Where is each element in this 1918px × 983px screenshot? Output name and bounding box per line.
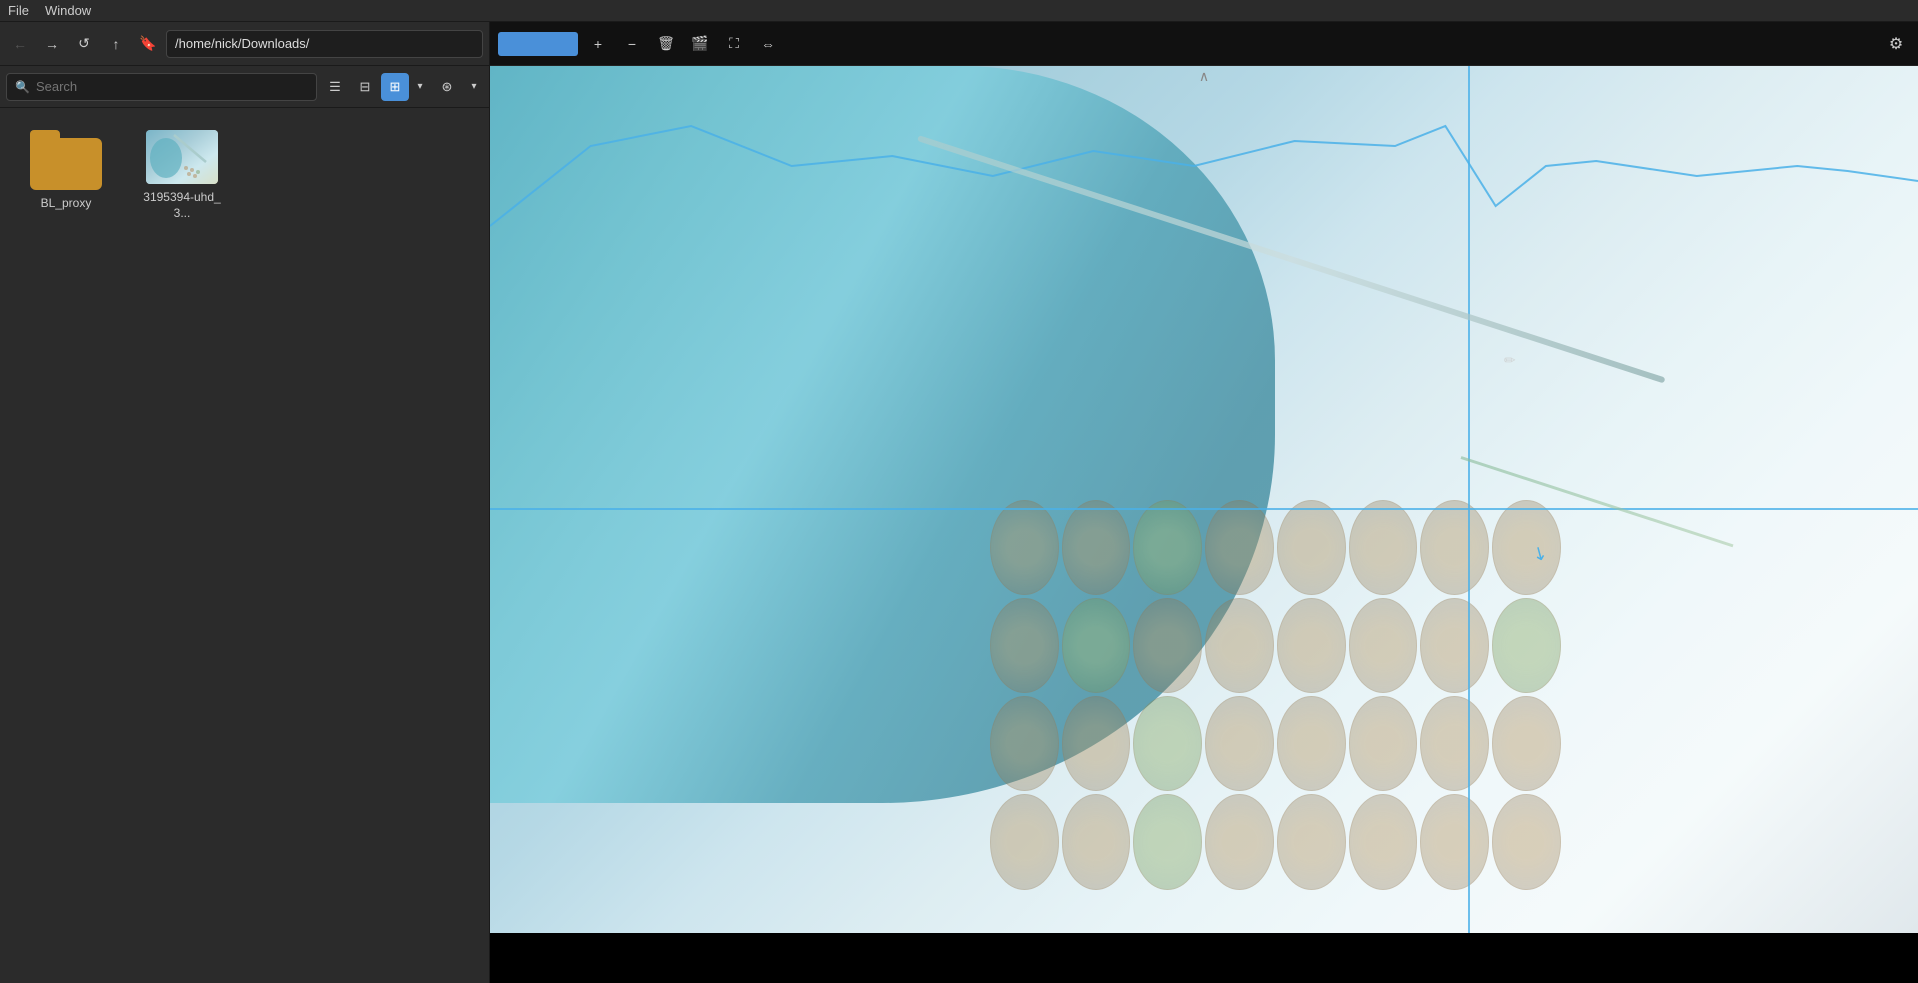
refresh-button[interactable]: ↺ — [70, 30, 98, 58]
file-label: 3195394-uhd_3... — [138, 190, 226, 221]
well — [1133, 794, 1202, 889]
film-button[interactable]: 🎬 — [686, 30, 714, 58]
well — [1349, 794, 1418, 889]
search-icon: 🔍 — [15, 80, 30, 94]
crosshair-horizontal — [490, 508, 1918, 510]
well — [1492, 794, 1561, 889]
grid-view-button[interactable]: ⊞ — [381, 73, 409, 101]
well — [1062, 500, 1131, 595]
well — [1349, 598, 1418, 693]
path-bar[interactable]: /home/nick/Downloads/ — [166, 30, 483, 58]
bottom-bar — [490, 933, 1918, 983]
menu-window[interactable]: Window — [45, 3, 91, 18]
file-label: BL_proxy — [41, 196, 92, 212]
menu-file[interactable]: File — [8, 3, 29, 18]
settings-button[interactable]: ⚙ — [1882, 30, 1910, 58]
exchange-button[interactable]: ⇔ — [754, 30, 782, 58]
list-item[interactable]: 3195394-uhd_3... — [132, 124, 232, 227]
well — [990, 794, 1059, 889]
file-thumbnail — [146, 130, 218, 184]
up-button[interactable]: ↑ — [102, 30, 130, 58]
thumb-inner — [146, 130, 218, 184]
well — [1349, 500, 1418, 595]
view-mode-dropdown[interactable]: ▾ — [411, 73, 429, 101]
well — [1277, 500, 1346, 595]
well — [990, 598, 1059, 693]
zoom-out-button[interactable]: − — [618, 30, 646, 58]
crosshair-vertical — [1468, 66, 1470, 933]
search-input[interactable] — [36, 79, 308, 94]
bookmark-button[interactable]: 🔖 — [134, 30, 162, 58]
folder-icon — [30, 130, 102, 190]
filter-dropdown[interactable]: ▾ — [465, 73, 483, 101]
well — [1349, 696, 1418, 791]
collapse-arrow[interactable]: ∧ — [1191, 66, 1217, 87]
image-background: ✏ ↘ — [490, 66, 1918, 933]
well — [1205, 598, 1274, 693]
pencil-cursor-icon: ✏ — [1504, 352, 1516, 369]
well — [1277, 598, 1346, 693]
well — [1062, 794, 1131, 889]
viewer-toolbar: + − 🗑 🎬 ⛶ ⇔ ⚙ — [490, 22, 1918, 66]
well — [1062, 696, 1131, 791]
well — [1205, 500, 1274, 595]
well — [1420, 500, 1489, 595]
view-mode-buttons: ☰ ⊟ ⊞ ▾ — [321, 73, 429, 101]
menu-bar: File Window — [0, 0, 1918, 22]
well — [1205, 794, 1274, 889]
well — [1133, 500, 1202, 595]
main-layout: ← → ↺ ↑ 🔖 /home/nick/Downloads/ 🔍 ☰ ⊟ ⊞ … — [0, 22, 1918, 983]
left-panel: ← → ↺ ↑ 🔖 /home/nick/Downloads/ 🔍 ☰ ⊟ ⊞ … — [0, 22, 490, 983]
well — [1277, 696, 1346, 791]
well — [990, 696, 1059, 791]
zoom-in-button[interactable]: + — [584, 30, 612, 58]
search-bar-row: 🔍 ☰ ⊟ ⊞ ▾ ⊛ ▾ — [0, 66, 489, 108]
well — [1420, 598, 1489, 693]
search-input-wrap[interactable]: 🔍 — [6, 73, 317, 101]
blue-action-button[interactable] — [498, 32, 578, 56]
well — [1420, 696, 1489, 791]
back-button[interactable]: ← — [6, 30, 34, 58]
well — [1062, 598, 1131, 693]
delete-button[interactable]: 🗑 — [652, 30, 680, 58]
list-item[interactable]: BL_proxy — [16, 124, 116, 227]
well — [1133, 696, 1202, 791]
well — [1277, 794, 1346, 889]
well — [1492, 598, 1561, 693]
well — [1420, 794, 1489, 889]
forward-button[interactable]: → — [38, 30, 66, 58]
file-area: BL_proxy — [0, 108, 489, 983]
list-view-button[interactable]: ☰ — [321, 73, 349, 101]
compact-view-button[interactable]: ⊟ — [351, 73, 379, 101]
viewer-content[interactable]: ∧ — [490, 66, 1918, 933]
well — [990, 500, 1059, 595]
well — [1492, 696, 1561, 791]
well — [1133, 598, 1202, 693]
wells-area — [990, 500, 1561, 890]
well — [1205, 696, 1274, 791]
fullscreen-button[interactable]: ⛶ — [720, 30, 748, 58]
nav-toolbar: ← → ↺ ↑ 🔖 /home/nick/Downloads/ — [0, 22, 489, 66]
right-panel: + − 🗑 🎬 ⛶ ⇔ ⚙ ∧ — [490, 22, 1918, 983]
folder-body — [30, 138, 102, 190]
filter-button[interactable]: ⊛ — [433, 73, 461, 101]
